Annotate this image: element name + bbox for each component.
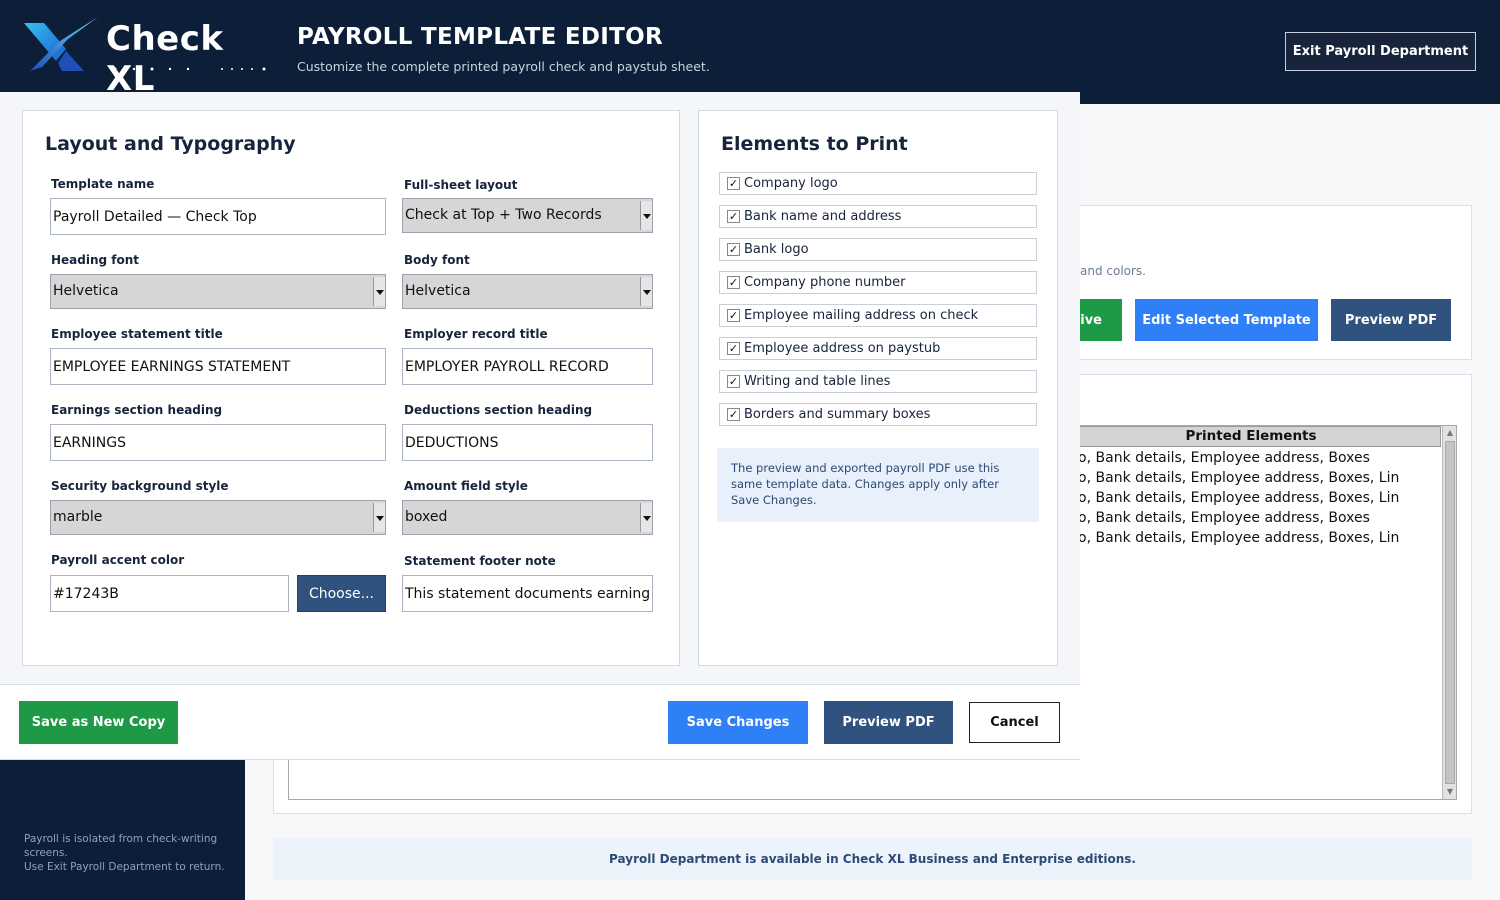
edit-selected-template-button[interactable]: Edit Selected Template: [1135, 299, 1318, 341]
card-subtitle: , and colors.: [1072, 264, 1146, 278]
element-checkbox-borders-boxes[interactable]: ✓ Borders and summary boxes: [719, 403, 1037, 426]
chevron-down-icon[interactable]: [640, 201, 652, 230]
heading-font-select[interactable]: Helvetica: [50, 274, 386, 309]
security-background-select[interactable]: marble: [50, 500, 386, 535]
x-logo-icon: [24, 17, 98, 71]
accent-color-input[interactable]: [50, 575, 289, 612]
element-checkbox-bank-name[interactable]: ✓ Bank name and address: [719, 205, 1037, 228]
full-sheet-layout-select[interactable]: Check at Top + Two Records: [402, 198, 653, 233]
security-background-label: Security background style: [51, 479, 229, 493]
checkbox-label: Writing and table lines: [744, 374, 891, 389]
element-checkbox-company-logo[interactable]: ✓ Company logo: [719, 172, 1037, 195]
editor-footer: Save as New Copy Save Changes Preview PD…: [0, 684, 1080, 760]
logo-dots-icon: [113, 67, 266, 71]
scroll-thumb[interactable]: [1445, 441, 1455, 784]
checkbox-label: Bank logo: [744, 242, 809, 257]
preview-info-note: The preview and exported payroll PDF use…: [717, 448, 1039, 522]
body-font-select[interactable]: Helvetica: [402, 274, 653, 309]
choose-color-button[interactable]: Choose...: [297, 575, 386, 612]
save-as-new-copy-button[interactable]: Save as New Copy: [19, 701, 178, 744]
panel-title: Elements to Print: [721, 133, 908, 155]
full-sheet-layout-label: Full-sheet layout: [404, 178, 518, 192]
select-value: boxed: [405, 509, 448, 525]
select-value: Check at Top + Two Records: [405, 207, 602, 223]
elements-to-print-panel: Elements to Print ✓ Company logo ✓ Bank …: [698, 110, 1058, 666]
chevron-down-icon[interactable]: [373, 277, 385, 306]
employee-statement-title-input[interactable]: [50, 348, 386, 385]
earnings-heading-input[interactable]: [50, 424, 386, 461]
panel-title: Layout and Typography: [45, 133, 296, 155]
scroll-down-icon[interactable]: ▼: [1444, 786, 1456, 798]
table-scrollbar[interactable]: ▲ ▼: [1442, 426, 1456, 799]
sidebar-note-line: Payroll is isolated from check-writing s…: [24, 833, 218, 859]
sidebar-note: Payroll is isolated from check-writing s…: [24, 832, 229, 874]
preview-pdf-button-bg[interactable]: Preview PDF: [1331, 299, 1451, 341]
deductions-heading-input[interactable]: [402, 424, 653, 461]
editor-body: Layout and Typography Template name Full…: [0, 92, 1080, 760]
column-header-printed-elements[interactable]: Printed Elements: [1061, 426, 1441, 447]
checkbox-label: Bank name and address: [744, 209, 902, 224]
checkbox-label: Employee address on paystub: [744, 341, 941, 356]
sidebar-note-line: Use Exit Payroll Department to return.: [24, 861, 225, 873]
select-value: marble: [53, 509, 103, 525]
employee-statement-title-label: Employee statement title: [51, 327, 223, 341]
checkbox-checked-icon[interactable]: ✓: [727, 243, 740, 256]
chevron-down-icon[interactable]: [373, 503, 385, 532]
editions-banner: Payroll Department is available in Check…: [273, 838, 1472, 880]
select-value: Helvetica: [405, 283, 471, 299]
checkbox-checked-icon[interactable]: ✓: [727, 342, 740, 355]
earnings-heading-label: Earnings section heading: [51, 403, 223, 417]
checkbox-label: Company phone number: [744, 275, 906, 290]
checkbox-label: Company logo: [744, 176, 838, 191]
checkbox-checked-icon[interactable]: ✓: [727, 177, 740, 190]
cancel-button[interactable]: Cancel: [969, 702, 1060, 743]
editor-header: Check XL PAYROLL TEMPLATE EDITOR Customi…: [0, 0, 1080, 99]
template-name-label: Template name: [51, 177, 155, 191]
body-font-label: Body font: [404, 253, 470, 267]
exit-payroll-button[interactable]: Exit Payroll Department: [1285, 32, 1476, 71]
preview-pdf-button[interactable]: Preview PDF: [824, 701, 953, 744]
select-value: Helvetica: [53, 283, 119, 299]
checkbox-label: Borders and summary boxes: [744, 407, 931, 422]
amount-field-style-label: Amount field style: [404, 479, 528, 493]
checkbox-checked-icon[interactable]: ✓: [727, 309, 740, 322]
deductions-heading-label: Deductions section heading: [404, 403, 593, 417]
chevron-down-icon[interactable]: [640, 503, 652, 532]
checkbox-checked-icon[interactable]: ✓: [727, 210, 740, 223]
layout-typography-panel: Layout and Typography Template name Full…: [22, 110, 680, 666]
checkbox-checked-icon[interactable]: ✓: [727, 276, 740, 289]
employer-record-title-label: Employer record title: [404, 327, 548, 341]
footer-note-label: Statement footer note: [404, 554, 556, 568]
page-subtitle: Customize the complete printed payroll c…: [297, 59, 710, 74]
page-title: PAYROLL TEMPLATE EDITOR: [297, 24, 664, 50]
element-checkbox-writing-lines[interactable]: ✓ Writing and table lines: [719, 370, 1037, 393]
checkbox-checked-icon[interactable]: ✓: [727, 408, 740, 421]
element-checkbox-bank-logo[interactable]: ✓ Bank logo: [719, 238, 1037, 261]
scroll-up-icon[interactable]: ▲: [1444, 427, 1456, 439]
checkbox-checked-icon[interactable]: ✓: [727, 375, 740, 388]
heading-font-label: Heading font: [51, 253, 140, 267]
template-name-input[interactable]: [50, 198, 386, 235]
element-checkbox-company-phone[interactable]: ✓ Company phone number: [719, 271, 1037, 294]
accent-color-label: Payroll accent color: [51, 553, 185, 567]
element-checkbox-employee-mailing-address[interactable]: ✓ Employee mailing address on check: [719, 304, 1037, 327]
checkbox-label: Employee mailing address on check: [744, 308, 979, 323]
amount-field-style-select[interactable]: boxed: [402, 500, 653, 535]
footer-note-input[interactable]: [402, 575, 653, 612]
chevron-down-icon[interactable]: [640, 277, 652, 306]
logo-text: Check XL: [106, 19, 224, 99]
save-changes-button[interactable]: Save Changes: [668, 701, 808, 744]
element-checkbox-employee-address-paystub[interactable]: ✓ Employee address on paystub: [719, 337, 1037, 360]
check-xl-logo: Check XL: [22, 15, 282, 99]
employer-record-title-input[interactable]: [402, 348, 653, 385]
